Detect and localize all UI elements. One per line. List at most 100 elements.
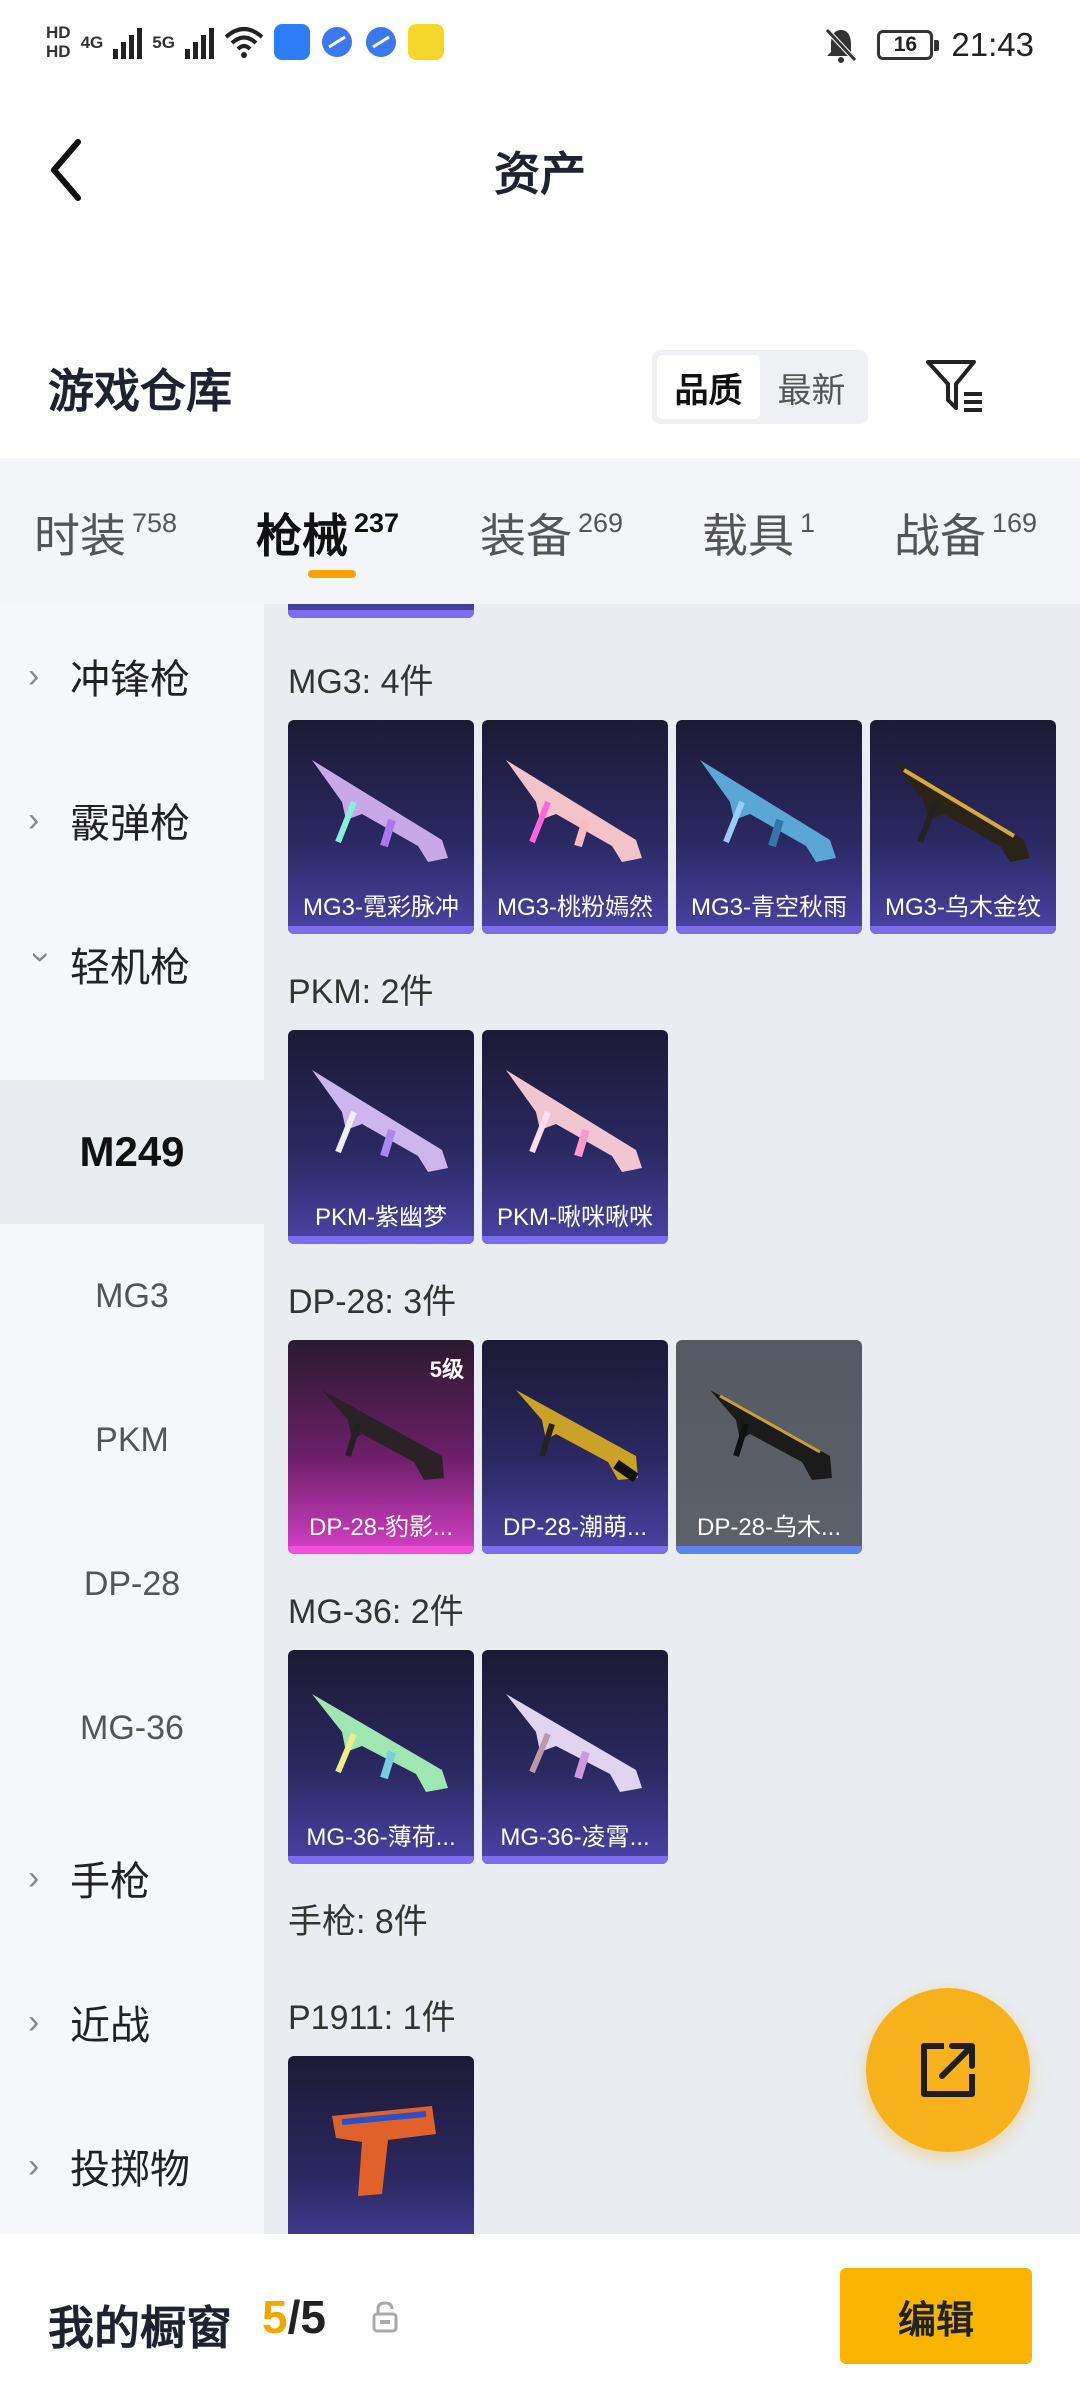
sidebar-item-mg36[interactable]: MG-36	[0, 1656, 264, 1800]
chevron-right-icon: ›	[28, 2146, 40, 2185]
item-card[interactable]: DP-28-乌木...	[676, 1340, 862, 1554]
mg-rifle-icon	[506, 1070, 642, 1172]
mg-rifle-icon	[710, 1390, 832, 1480]
rarity-bar	[288, 1236, 474, 1244]
rarity-bar	[288, 1546, 474, 1554]
wifi-icon	[224, 27, 264, 58]
sidebar-item-mg3[interactable]: MG3	[0, 1224, 264, 1368]
mute-bell-icon	[825, 28, 858, 63]
item-name: MG-36-薄荷...	[306, 1824, 456, 1851]
hd-indicator: HD	[46, 42, 71, 61]
sidebar-item-label: 轻机枪	[70, 946, 190, 990]
showcase-bar: 我的橱窗 5/5 编辑	[0, 2234, 1080, 2400]
page-title: 资产	[494, 148, 586, 200]
share-fab[interactable]	[866, 1988, 1030, 2152]
item-card[interactable]: MG3-桃粉嫣然	[482, 720, 668, 934]
tab-count: 169	[992, 508, 1038, 538]
showcase-count-total: 5	[300, 2291, 326, 2343]
sidebar-item-label: 冲锋枪	[70, 658, 190, 702]
item-card[interactable]: PKM-紫幽梦	[288, 1030, 474, 1244]
rarity-bar	[870, 926, 1056, 934]
mg-rifle-icon	[312, 1070, 448, 1172]
tab-label: 装备	[480, 510, 572, 562]
rarity-bar	[676, 1546, 862, 1554]
tab-label: 枪械	[256, 510, 348, 562]
status-bar: HD HD 4G 5G 16 21:43	[0, 0, 1080, 100]
network-4g-label: 4G	[80, 32, 104, 52]
sort-option-latest[interactable]: 最新	[760, 355, 863, 419]
tab-count: 1	[800, 508, 816, 538]
item-card[interactable]: 5级 DP-28-豹影...	[288, 1340, 474, 1554]
share-external-icon	[921, 2043, 975, 2097]
tab-fashion[interactable]: 时装 758	[34, 500, 177, 566]
sidebar-item-pistol[interactable]: › 手枪	[0, 1806, 264, 1950]
tab-supplies[interactable]: 战备 169	[894, 500, 1037, 566]
tab-equipment[interactable]: 装备 269	[480, 500, 623, 566]
mg-rifle-icon	[700, 760, 836, 862]
mg-rifle-icon	[516, 1390, 639, 1483]
item-card[interactable]: MG-36-薄荷...	[288, 1650, 474, 1864]
tab-label: 载具	[702, 510, 794, 562]
tab-firearms[interactable]: 枪械 237	[256, 500, 399, 566]
item-name: DP-28-乌木...	[696, 1514, 842, 1541]
group-title: P1911: 1件	[288, 1999, 456, 2037]
rarity-bar	[482, 1856, 668, 1864]
item-card[interactable]: MG-36-凌霄...	[482, 1650, 668, 1864]
sidebar-item-throwables[interactable]: › 投掷物	[0, 2094, 264, 2238]
showcase-count-current: 5	[262, 2291, 288, 2343]
item-card[interactable]: MG3-霓彩脉冲	[288, 720, 474, 934]
sidebar-item-shotgun[interactable]: › 霰弹枪	[0, 748, 264, 892]
sidebar-item-dp28[interactable]: DP-28	[0, 1512, 264, 1656]
item-name: PKM-啾咪啾咪	[497, 1204, 653, 1231]
chevron-down-icon: ›	[22, 951, 61, 963]
item-card[interactable]	[288, 2056, 474, 2234]
app-icon	[321, 27, 352, 57]
chevron-right-icon: ›	[28, 656, 40, 695]
rarity-bar	[288, 610, 474, 618]
item-card[interactable]: MG3-乌木金纹	[870, 720, 1056, 934]
mg-rifle-icon	[506, 760, 642, 862]
sidebar-item-lmg[interactable]: › 轻机枪	[0, 892, 264, 1036]
clock: 21:43	[951, 26, 1034, 63]
sidebar-item-pkm[interactable]: PKM	[0, 1368, 264, 1512]
signal-icon	[113, 25, 143, 59]
tab-count: 237	[354, 508, 400, 538]
item-card[interactable]: PKM-啾咪啾咪	[482, 1030, 668, 1244]
item-name: MG-36-凌霄...	[500, 1824, 650, 1851]
filter-icon[interactable]	[924, 358, 986, 416]
sort-toggle: 品质 最新	[652, 350, 868, 424]
item-card[interactable]: MG3-青空秋雨	[676, 720, 862, 934]
sidebar-item-m249[interactable]: M249	[0, 1080, 264, 1224]
chevron-right-icon: ›	[28, 2002, 40, 2041]
group-title: PKM: 2件	[288, 973, 434, 1011]
hd-indicator: HD	[46, 23, 71, 42]
item-card[interactable]	[288, 604, 474, 618]
app-store-icon	[273, 24, 310, 60]
network-5g-label: 5G	[152, 32, 175, 52]
showcase-count: 5/5	[262, 2290, 326, 2344]
warehouse-title: 游戏仓库	[48, 365, 232, 417]
sidebar-item-label: 手枪	[70, 1860, 150, 1904]
app-icon	[365, 27, 396, 57]
pistol-icon	[332, 2106, 436, 2196]
showcase-count-separator: /	[287, 2291, 301, 2343]
chevron-right-icon: ›	[28, 1858, 40, 1897]
app-icon	[407, 24, 444, 60]
sidebar-item-melee[interactable]: › 近战	[0, 1950, 264, 2094]
rarity-bar	[288, 926, 474, 934]
tab-vehicles[interactable]: 载具 1	[702, 500, 815, 566]
item-card[interactable]: DP-28-潮萌...	[482, 1340, 668, 1554]
group-title: MG-36: 2件	[288, 1593, 464, 1631]
group-title: DP-28: 3件	[288, 1283, 457, 1321]
edit-button[interactable]: 编辑	[840, 2268, 1032, 2364]
item-name: DP-28-豹影...	[308, 1514, 454, 1541]
mg-rifle-icon	[312, 760, 448, 862]
item-name: MG3-霓彩脉冲	[303, 894, 459, 921]
tab-count: 269	[578, 508, 624, 538]
group-title: 手枪: 8件	[288, 1903, 428, 1941]
showcase-title: 我的橱窗	[48, 2302, 232, 2354]
sort-option-quality[interactable]: 品质	[657, 355, 760, 419]
sidebar-item-smg[interactable]: › 冲锋枪	[0, 604, 264, 748]
item-name: DP-28-潮萌...	[502, 1514, 648, 1541]
item-name: MG3-青空秋雨	[691, 894, 847, 921]
